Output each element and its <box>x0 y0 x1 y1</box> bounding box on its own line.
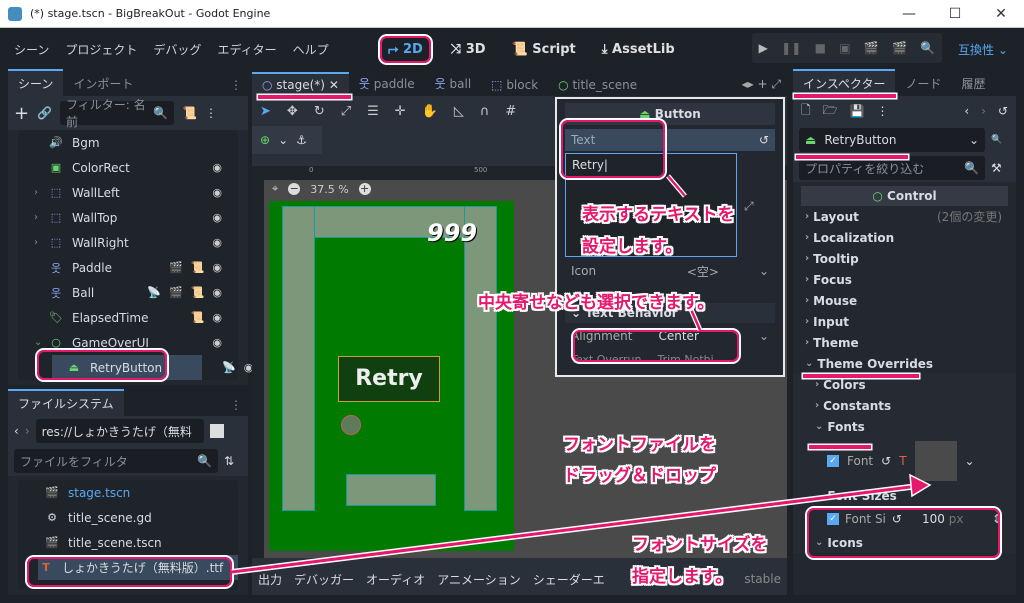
annotation-align: 中央寄せなども選択できます。 <box>478 293 715 313</box>
annotation-text-line1: 表示するテキストを <box>582 205 735 225</box>
annotation-text-line2: 設定します。 <box>582 237 683 257</box>
annotation-drag-line1: フォントファイルを <box>563 435 716 455</box>
annotation-size-line1: フォントサイズを <box>632 535 768 555</box>
annotation-drag-line2: ドラッグ＆ドロップ <box>563 466 716 486</box>
annotation-size-line2: 指定します。 <box>632 567 733 587</box>
